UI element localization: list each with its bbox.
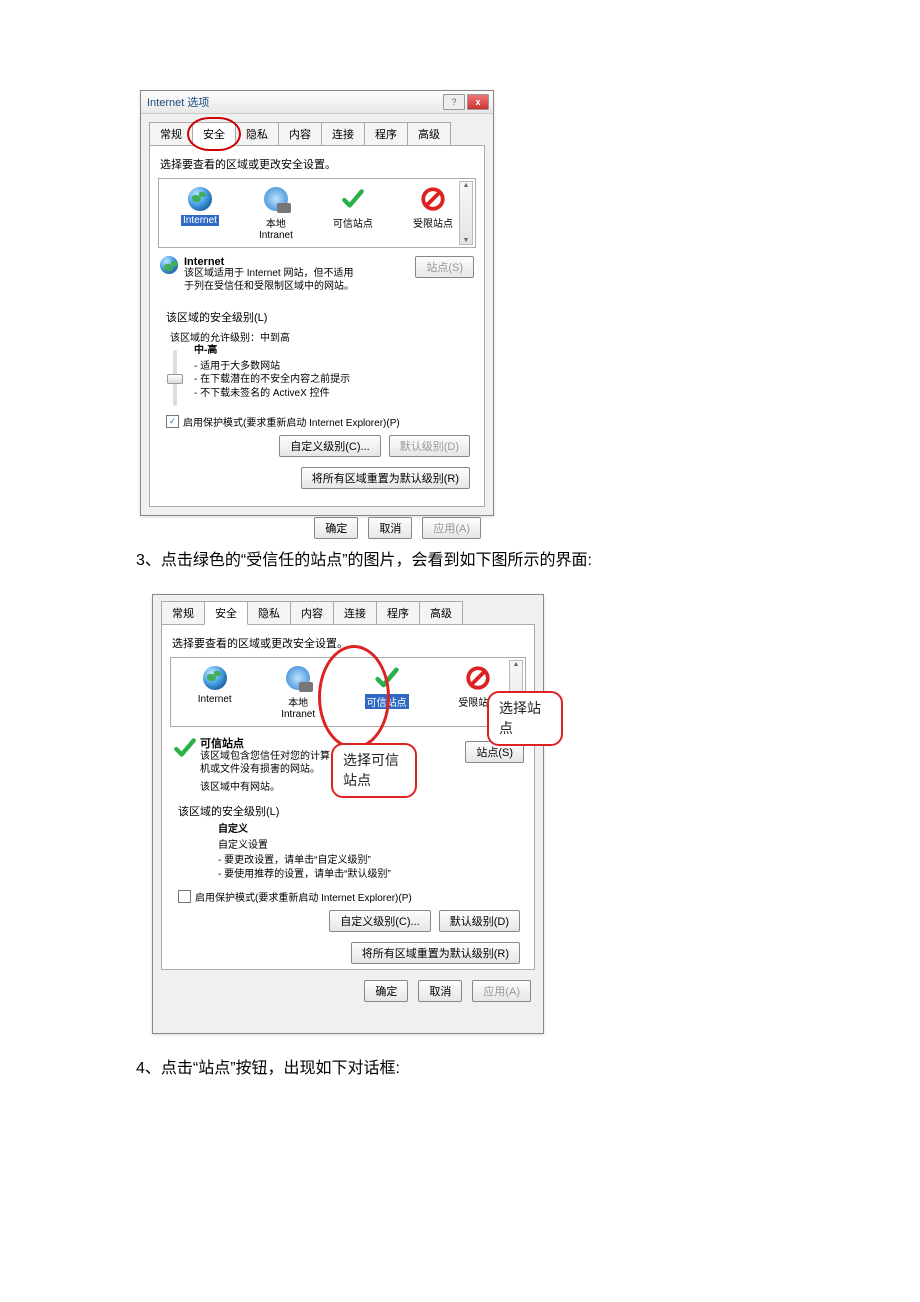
ok-button[interactable]: 确定 (364, 980, 408, 1002)
custom-level-button[interactable]: 自定义级别(C)... (279, 435, 380, 457)
cancel-button[interactable]: 取消 (368, 517, 412, 539)
tab-connections[interactable]: 连接 (333, 601, 377, 625)
checkmark-icon (373, 664, 401, 692)
level-name: 自定义 (218, 823, 391, 837)
custom-sub: 自定义设置 (218, 839, 391, 853)
zone-instruction: 选择要查看的区域或更改安全设置。 (172, 635, 526, 651)
globe-icon (203, 666, 227, 690)
tab-advanced[interactable]: 高级 (419, 601, 463, 625)
default-level-button[interactable]: 默认级别(D) (389, 435, 470, 457)
dialog-title: Internet 选项 (147, 94, 209, 110)
zone-scrollbar[interactable]: ▲▼ (459, 181, 473, 245)
globe-icon (160, 256, 178, 274)
tab-connections[interactable]: 连接 (321, 122, 365, 146)
tab-privacy[interactable]: 隐私 (247, 601, 291, 625)
tab-privacy[interactable]: 隐私 (235, 122, 279, 146)
forbidden-icon (419, 185, 447, 213)
protected-mode-row[interactable]: 启用保护模式(要求重新启动 Internet Explorer)(P) (178, 889, 520, 904)
forbidden-icon (464, 664, 492, 692)
intranet-icon (286, 666, 310, 690)
help-button[interactable]: ? (443, 94, 465, 110)
checkbox-icon: ✓ (166, 415, 179, 428)
globe-icon (188, 187, 212, 211)
titlebar: Internet 选项 ? x (141, 91, 493, 114)
cancel-button[interactable]: 取消 (418, 980, 462, 1002)
checkmark-icon (339, 185, 367, 213)
security-level-title: 该区域的安全级别(L) (178, 803, 520, 819)
zone-internet[interactable]: Internet (198, 664, 232, 720)
internet-options-dialog-2: 常规 安全 隐私 内容 连接 程序 高级 选择要查看的区域或更改安全设置。 In… (152, 594, 544, 1034)
annotation-label-sites: 选择站点 (487, 691, 563, 746)
sites-button[interactable]: 站点(S) (415, 256, 474, 278)
zone-detail-sub: 该区域中有网站。 (200, 778, 330, 793)
zone-detail-title: Internet (184, 256, 354, 268)
tab-content[interactable]: 内容 (278, 122, 322, 146)
zone-local-intranet[interactable]: 本地 Intranet (281, 664, 315, 720)
zone-instruction: 选择要查看的区域或更改安全设置。 (160, 156, 476, 172)
instruction-step-4: 4、点击“站点”按钮，出现如下对话框: (136, 1054, 920, 1078)
custom-level-button[interactable]: 自定义级别(C)... (329, 910, 430, 932)
tab-programs[interactable]: 程序 (376, 601, 420, 625)
tab-general[interactable]: 常规 (161, 601, 205, 625)
tab-advanced[interactable]: 高级 (407, 122, 451, 146)
annotation-label-trusted: 选择可信站点 (331, 743, 417, 798)
checkbox-icon (178, 890, 191, 903)
default-level-button[interactable]: 默认级别(D) (439, 910, 520, 932)
tab-security[interactable]: 安全 (204, 601, 248, 625)
zone-list: Internet 本地 Intranet 可信站点 (158, 178, 476, 248)
reset-zones-button[interactable]: 将所有区域重置为默认级别(R) (301, 467, 470, 489)
zone-internet[interactable]: Internet (181, 185, 219, 241)
tab-security[interactable]: 安全 (192, 122, 236, 146)
zone-list: Internet 本地 Intranet 可信站点 (170, 657, 526, 727)
intranet-icon (264, 187, 288, 211)
zone-detail-title: 可信站点 (200, 735, 330, 751)
security-level-group: 该区域的安全级别(L) 自定义 自定义设置 要更改设置，请单击“自定义级别” 要… (170, 797, 526, 970)
apply-button[interactable]: 应用(A) (422, 517, 481, 539)
apply-button[interactable]: 应用(A) (472, 980, 531, 1002)
ok-button[interactable]: 确定 (314, 517, 358, 539)
zone-restricted[interactable]: 受限站点 (413, 185, 453, 241)
internet-options-dialog-1: Internet 选项 ? x 常规 安全 隐私 内容 连接 程序 高级 选择要… (140, 90, 494, 516)
close-button[interactable]: x (467, 94, 489, 110)
tab-programs[interactable]: 程序 (364, 122, 408, 146)
reset-zones-button[interactable]: 将所有区域重置为默认级别(R) (351, 942, 520, 964)
security-level-title: 该区域的安全级别(L) (166, 309, 470, 325)
checkmark-icon (172, 735, 194, 764)
level-bullets: 要更改设置，请单击“自定义级别” 要使用推荐的设置，请单击“默认级别” (218, 854, 391, 881)
level-name: 中-高 (194, 344, 350, 358)
tab-strip: 常规 安全 隐私 内容 连接 程序 高级 (153, 595, 543, 625)
level-bullets: 适用于大多数网站 在下载潜在的不安全内容之前提示 不下载未签名的 ActiveX… (194, 360, 350, 401)
security-slider[interactable] (166, 344, 184, 406)
zone-trusted[interactable]: 可信站点 (333, 185, 373, 241)
security-level-group: 该区域的安全级别(L) 该区域的允许级别：中到高 中-高 适用于大多数网站 在下… (158, 303, 476, 495)
instruction-step-3: 3、点击绿色的“受信任的站点”的图片，会看到如下图所示的界面: (136, 546, 920, 570)
tab-content[interactable]: 内容 (290, 601, 334, 625)
zone-detail-desc: 该区域适用于 Internet 网站，但不适用于列在受信任和受限制区域中的网站。 (184, 268, 354, 293)
protected-mode-row[interactable]: ✓ 启用保护模式(要求重新启动 Internet Explorer)(P) (166, 414, 470, 429)
zone-local-intranet[interactable]: 本地 Intranet (259, 185, 293, 241)
tab-body: 选择要查看的区域或更改安全设置。 Internet 本地 Intranet 可信… (149, 145, 485, 507)
tab-general[interactable]: 常规 (149, 122, 193, 146)
tab-strip: 常规 安全 隐私 内容 连接 程序 高级 (141, 114, 493, 146)
allowed-levels: 该区域的允许级别：中到高 (170, 329, 470, 344)
zone-trusted[interactable]: 可信站点 (365, 664, 409, 720)
zone-detail-desc: 该区域包含您信任对您的计算机或文件没有损害的网站。 (200, 751, 330, 776)
